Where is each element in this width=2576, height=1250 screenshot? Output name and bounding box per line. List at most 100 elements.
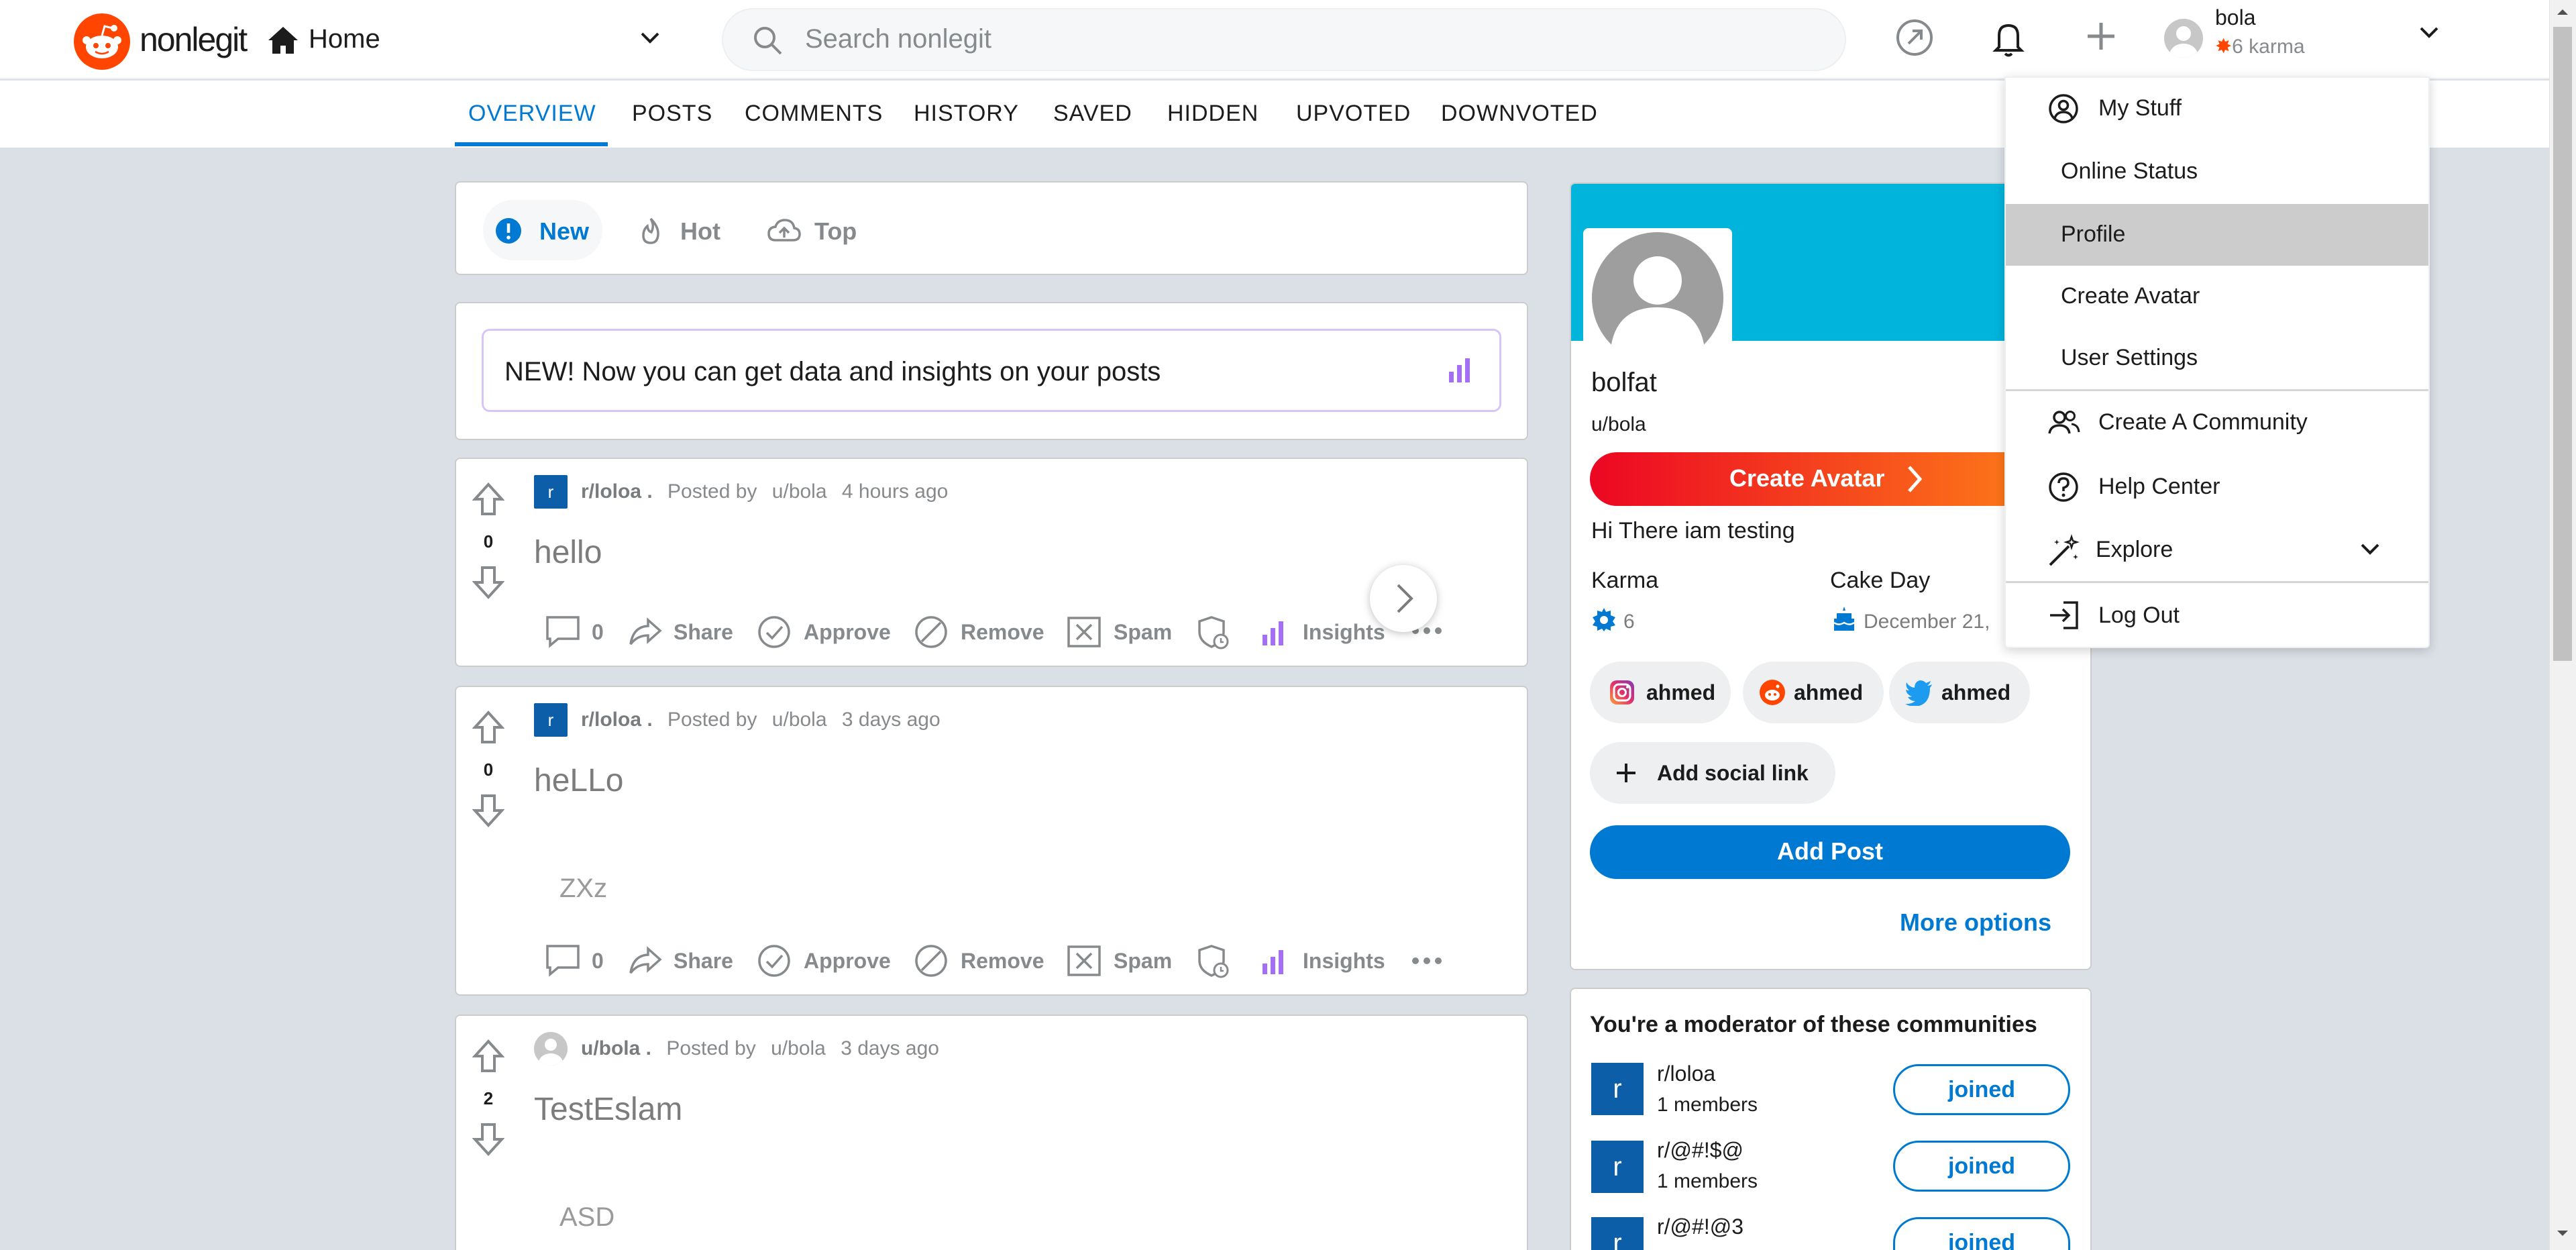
upvote-arrow-icon[interactable] (472, 1039, 504, 1074)
community-name[interactable]: r/@#!$@ (1657, 1138, 1743, 1163)
downvote-arrow-icon[interactable] (472, 1122, 504, 1157)
popular-icon[interactable] (1890, 13, 1939, 62)
comment-count[interactable]: 0 (592, 949, 604, 974)
spam-button[interactable]: Spam (1114, 620, 1172, 645)
upvote-arrow-icon[interactable] (472, 482, 504, 517)
tab-overview[interactable]: OVERVIEW (468, 101, 596, 127)
remove-button[interactable]: Remove (961, 949, 1044, 974)
menu-label: Explore (2096, 537, 2174, 562)
post-title[interactable]: heLLo (534, 762, 623, 799)
user-menu-chevron-icon[interactable] (2418, 24, 2440, 40)
logo-wordmark[interactable]: nonlegit (140, 20, 248, 59)
community-icon[interactable]: r (1591, 1217, 1644, 1250)
post-community[interactable]: r/loloa . (581, 480, 653, 503)
comment-count[interactable]: 0 (592, 620, 604, 645)
scrollbar-thumb[interactable] (2553, 27, 2572, 661)
next-arrow-button[interactable] (1370, 565, 1437, 632)
tab-saved[interactable]: SAVED (1053, 101, 1132, 127)
tab-hidden[interactable]: HIDDEN (1167, 101, 1258, 127)
joined-button[interactable]: joined (1893, 1217, 2070, 1250)
menu-label: Online Status (2061, 158, 2198, 184)
approve-button[interactable]: Approve (804, 620, 891, 645)
scroll-down-arrow-icon[interactable] (2555, 1228, 2571, 1239)
menu-divider (2006, 581, 2428, 583)
bell-icon[interactable] (1984, 13, 2033, 62)
approve-icon[interactable] (757, 943, 792, 978)
insights-button[interactable]: Insights (1303, 949, 1385, 974)
mod-shield-icon[interactable] (1195, 615, 1232, 651)
approve-icon[interactable] (757, 615, 792, 649)
sort-new-label[interactable]: New (539, 217, 589, 246)
joined-button[interactable]: joined (1893, 1141, 2070, 1192)
community-name[interactable]: r/loloa (1657, 1061, 1715, 1086)
tab-downvoted[interactable]: DOWNVOTED (1441, 101, 1598, 127)
post-author[interactable]: u/bola (771, 1037, 826, 1059)
post-author[interactable]: u/bola (772, 480, 827, 503)
post-body: ASD (559, 1202, 615, 1232)
post-time: 3 days ago (841, 709, 941, 731)
tab-upvoted[interactable]: UPVOTED (1296, 101, 1411, 127)
home-icon (267, 25, 299, 55)
user-avatar[interactable] (2164, 19, 2203, 58)
remove-icon[interactable] (914, 943, 949, 978)
share-icon[interactable] (628, 946, 663, 976)
insights-icon[interactable] (1260, 946, 1289, 976)
community-name[interactable]: r/@#!@3 (1657, 1214, 1743, 1239)
scroll-up-arrow-icon[interactable] (2555, 7, 2571, 17)
comment-icon[interactable] (545, 615, 581, 648)
plus-icon[interactable] (2077, 13, 2125, 62)
share-icon[interactable] (628, 617, 663, 647)
search-input[interactable] (805, 20, 1811, 58)
post-title[interactable]: hello (534, 534, 602, 571)
sort-hot-label[interactable]: Hot (680, 217, 720, 246)
downvote-arrow-icon[interactable] (472, 565, 504, 600)
mod-shield-icon[interactable] (1195, 943, 1232, 980)
comment-icon[interactable] (545, 943, 581, 977)
insights-icon[interactable] (1260, 617, 1289, 647)
post-title[interactable]: TestEslam (534, 1091, 682, 1128)
post-body: ZXz (559, 874, 608, 903)
remove-button[interactable]: Remove (961, 620, 1044, 645)
sort-top-label[interactable]: Top (814, 217, 857, 246)
joined-button[interactable]: joined (1893, 1064, 2070, 1115)
nonlegit-logo-icon[interactable] (74, 13, 130, 70)
downvote-arrow-icon[interactable] (472, 793, 504, 828)
more-options-link[interactable]: More options (1900, 908, 2051, 937)
header-karma[interactable]: ✸6 karma (2215, 35, 2305, 58)
post-community[interactable]: r/loloa . (581, 709, 653, 731)
help-icon (2047, 471, 2080, 503)
cloud-upload-icon[interactable] (766, 216, 802, 246)
post-community[interactable]: u/bola . (581, 1037, 651, 1059)
user-avatar-icon[interactable] (534, 1032, 568, 1065)
community-icon[interactable]: r (534, 475, 568, 509)
tab-comments[interactable]: COMMENTS (745, 101, 883, 127)
user-circle-icon (2047, 93, 2080, 125)
add-social-link-label: Add social link (1657, 761, 1809, 785)
profile-avatar[interactable] (1583, 228, 1732, 356)
search-icon (751, 24, 784, 56)
spam-icon[interactable] (1067, 945, 1102, 977)
karma-heading: Karma (1591, 568, 1659, 593)
tab-posts[interactable]: POSTS (632, 101, 712, 127)
menu-label: Profile (2061, 221, 2126, 247)
chevron-down-icon[interactable] (639, 30, 661, 46)
community-icon[interactable]: r (534, 703, 568, 737)
post-meta: u/bola . Posted by u/bola 3 days ago (581, 1037, 939, 1060)
remove-icon[interactable] (914, 615, 949, 649)
header-username[interactable]: bola (2215, 5, 2256, 30)
post-author[interactable]: u/bola (772, 709, 827, 731)
community-icon[interactable]: r (1591, 1141, 1644, 1193)
community-icon[interactable]: r (1591, 1063, 1644, 1115)
upvote-arrow-icon[interactable] (472, 710, 504, 745)
share-button[interactable]: Share (674, 620, 733, 645)
flame-icon[interactable] (637, 216, 664, 246)
profile-bio: Hi There iam testing (1591, 518, 1795, 543)
approve-button[interactable]: Approve (804, 949, 891, 974)
spam-button[interactable]: Spam (1114, 949, 1172, 974)
more-dots-icon[interactable] (1410, 955, 1444, 966)
home-feed-label[interactable]: Home (309, 24, 380, 54)
spam-icon[interactable] (1067, 616, 1102, 648)
tab-history[interactable]: HISTORY (914, 101, 1019, 127)
share-button[interactable]: Share (674, 949, 733, 974)
cake-day-heading: Cake Day (1830, 568, 1931, 593)
